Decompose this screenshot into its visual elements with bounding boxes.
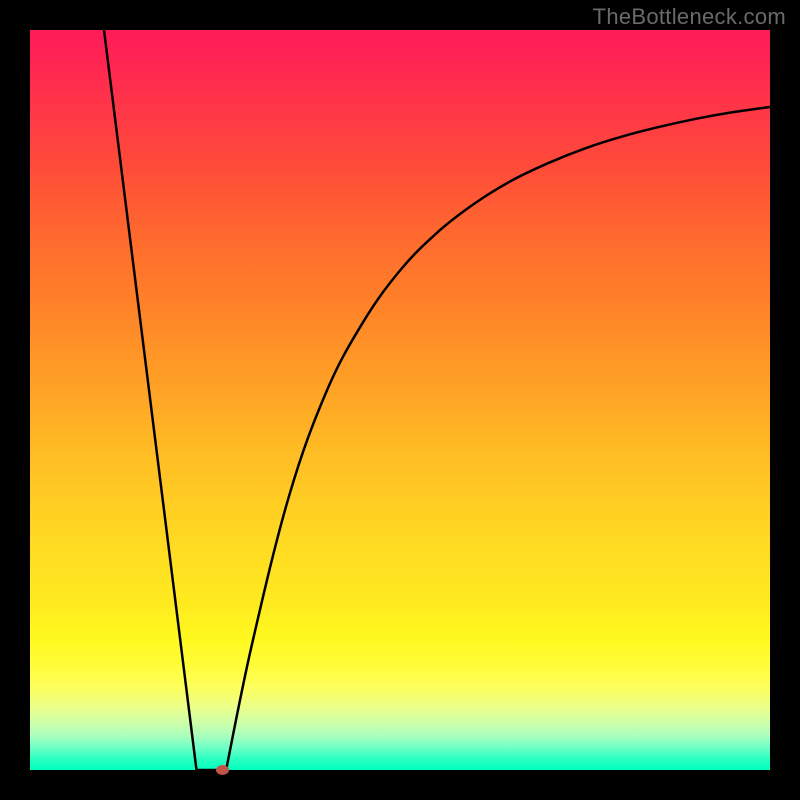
optimal-point-marker bbox=[216, 765, 229, 775]
plot-area bbox=[30, 30, 770, 770]
chart-container: TheBottleneck.com bbox=[0, 0, 800, 800]
bottleneck-curve bbox=[104, 30, 770, 780]
chart-svg bbox=[30, 30, 770, 770]
watermark-text: TheBottleneck.com bbox=[593, 4, 786, 30]
